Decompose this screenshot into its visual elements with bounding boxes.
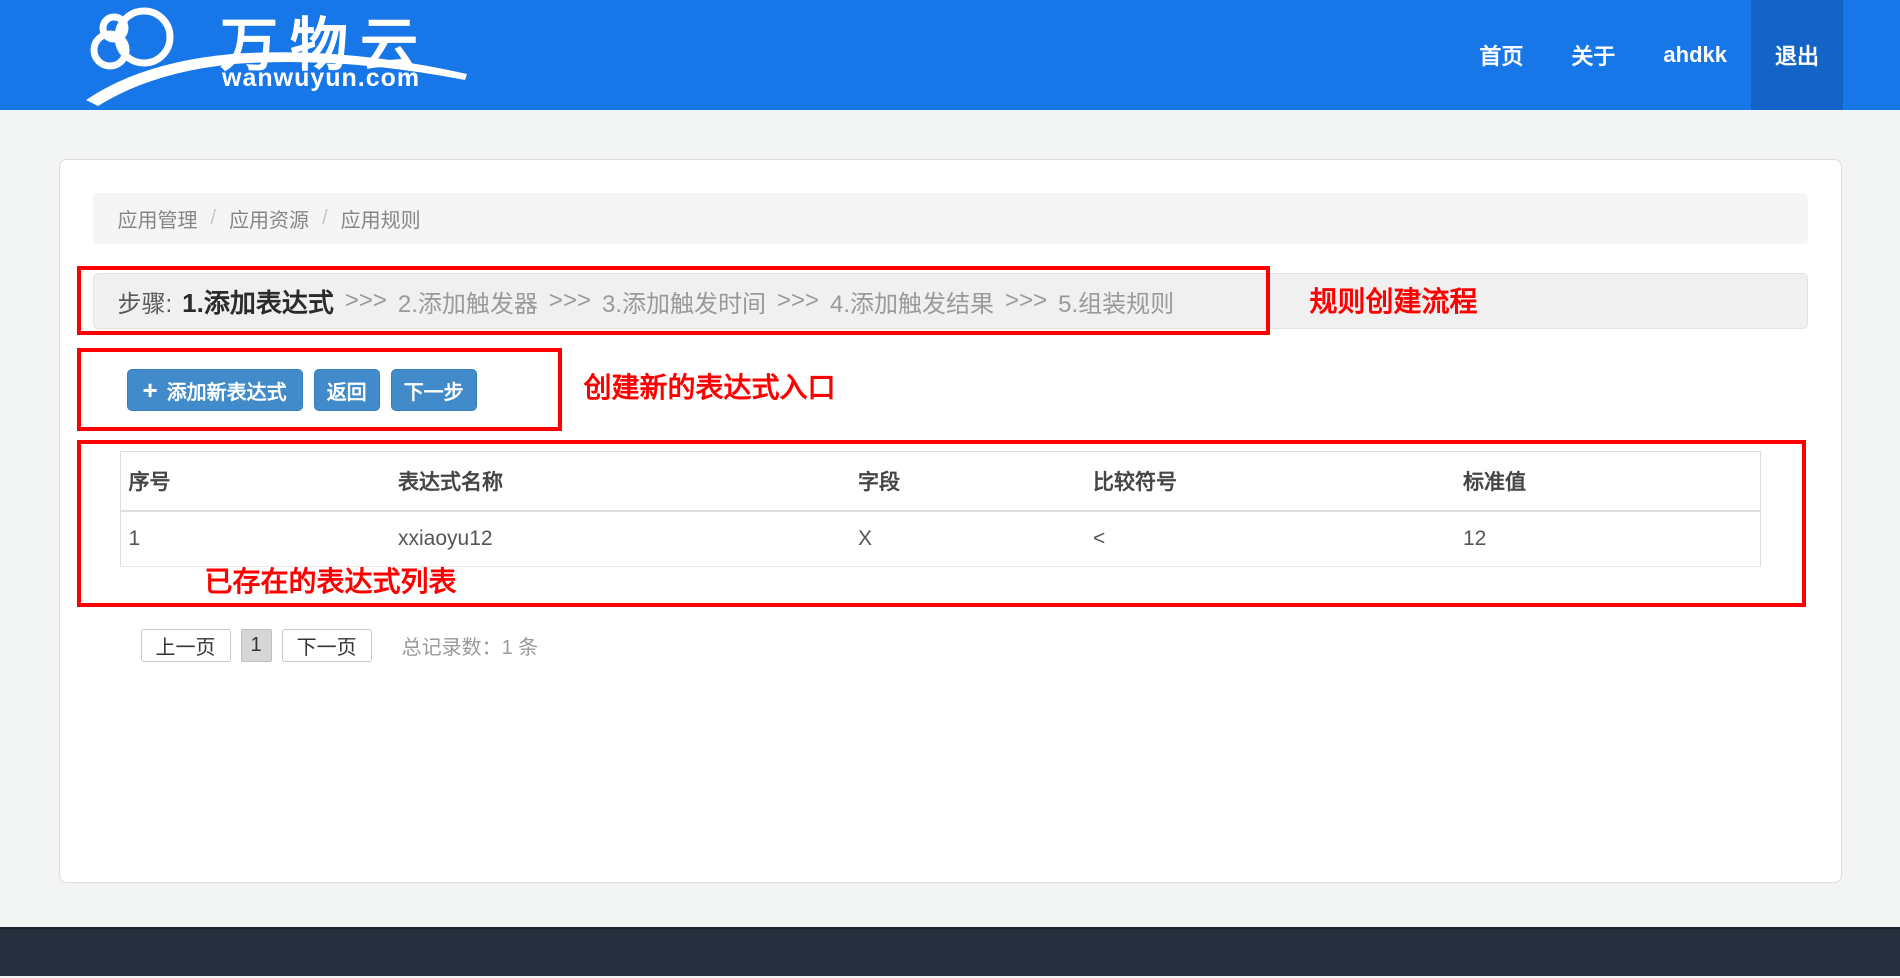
- main-nav: 首页 关于 ahdkk 退出: [1455, 0, 1843, 110]
- next-page-button[interactable]: 下一页: [282, 629, 372, 662]
- column-header-field: 字段: [850, 452, 1085, 512]
- column-header-comparator: 比较符号: [1085, 452, 1455, 512]
- plus-icon: +: [143, 377, 158, 403]
- cell-comparator: <: [1085, 511, 1455, 567]
- cell-index: 1: [120, 511, 390, 567]
- breadcrumb-separator: /: [211, 207, 217, 230]
- nav-item-about[interactable]: 关于: [1547, 0, 1639, 110]
- expressions-table: 序号 表达式名称 字段 比较符号 标准值 1 xxiaoyu12 X < 12: [120, 451, 1761, 567]
- next-step-button[interactable]: 下一步: [391, 369, 477, 411]
- nav-item-logout[interactable]: 退出: [1751, 0, 1843, 110]
- step-separator: >>>: [1005, 287, 1047, 315]
- top-header: 万物云 wanwuyun.com 首页 关于 ahdkk 退出: [0, 0, 1900, 110]
- toolbar: + 添加新表达式 返回 下一步: [127, 369, 1808, 411]
- prev-page-button[interactable]: 上一页: [141, 629, 231, 662]
- logo-subtitle: wanwuyun.com: [222, 64, 420, 93]
- step-add-trigger: 2.添加触发器: [398, 284, 538, 319]
- content-card: 应用管理 / 应用资源 / 应用规则 步骤: 1.添加表达式 >>> 2.添加触…: [59, 159, 1842, 883]
- column-header-index: 序号: [120, 452, 390, 512]
- cell-expression: xxiaoyu12: [390, 511, 850, 567]
- steps-prefix: 步骤:: [118, 284, 173, 319]
- breadcrumb-item-app-management[interactable]: 应用管理: [118, 204, 198, 233]
- add-expression-button[interactable]: + 添加新表达式: [127, 369, 303, 411]
- step-current-add-expression: 1.添加表达式: [182, 283, 334, 320]
- step-separator: >>>: [549, 287, 591, 315]
- total-records-text: 总记录数：1 条: [402, 631, 539, 660]
- step-separator: >>>: [777, 287, 819, 315]
- step-add-trigger-result: 4.添加触发结果: [830, 284, 994, 319]
- pagination: 上一页 1 下一页 总记录数：1 条: [141, 629, 1808, 662]
- current-page-number[interactable]: 1: [241, 629, 272, 662]
- nav-item-home[interactable]: 首页: [1455, 0, 1547, 110]
- logo[interactable]: 万物云 wanwuyun.com: [72, 0, 502, 110]
- table-row: 1 xxiaoyu12 X < 12: [120, 511, 1760, 567]
- step-add-trigger-time: 3.添加触发时间: [602, 284, 766, 319]
- step-assemble-rule: 5.组装规则: [1058, 284, 1174, 319]
- breadcrumb: 应用管理 / 应用资源 / 应用规则: [93, 193, 1808, 244]
- steps-bar: 步骤: 1.添加表达式 >>> 2.添加触发器 >>> 3.添加触发时间 >>>…: [93, 273, 1808, 329]
- column-header-expression: 表达式名称: [390, 452, 850, 512]
- page-footer: [0, 927, 1900, 976]
- breadcrumb-item-app-resource[interactable]: 应用资源: [229, 204, 309, 233]
- breadcrumb-item-app-rule[interactable]: 应用规则: [341, 204, 421, 233]
- column-header-standard: 标准值: [1455, 452, 1760, 512]
- add-expression-label: 添加新表达式: [167, 376, 287, 405]
- back-button[interactable]: 返回: [314, 369, 380, 411]
- nav-item-username[interactable]: ahdkk: [1639, 0, 1751, 110]
- breadcrumb-separator: /: [322, 207, 328, 230]
- step-separator: >>>: [345, 287, 387, 315]
- table-header-row: 序号 表达式名称 字段 比较符号 标准值: [120, 452, 1760, 512]
- cell-field: X: [850, 511, 1085, 567]
- cell-standard: 12: [1455, 511, 1760, 567]
